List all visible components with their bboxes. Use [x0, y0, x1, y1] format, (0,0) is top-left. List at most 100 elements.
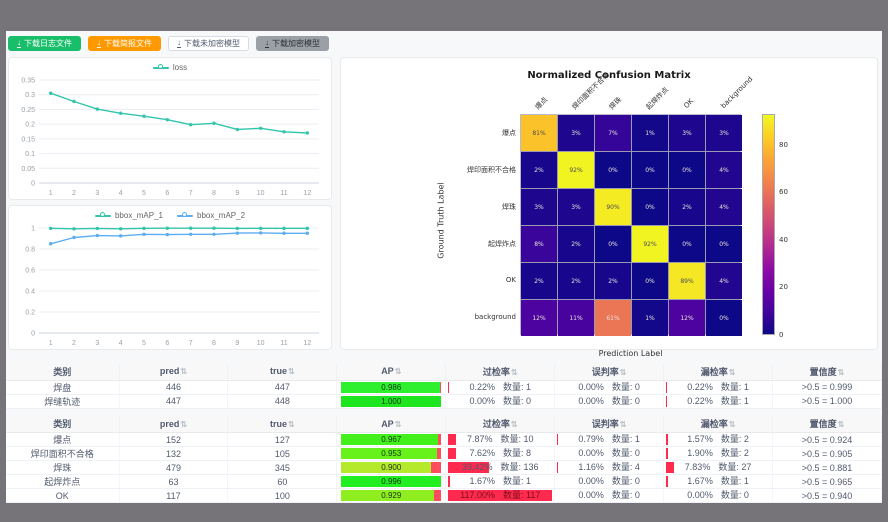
ap-cell: 0.967: [337, 433, 446, 447]
matrix-cell: 90%: [595, 189, 631, 225]
mis-rate-cell: 0.79%数量: 1: [555, 433, 664, 447]
mis-rate-cell: 0.00%数量: 0: [555, 394, 664, 408]
button-label: 下载简报文件: [104, 38, 152, 49]
miss-rate-cell: 1.57% 数量: 2: [664, 433, 773, 447]
matrix-cell: 1%: [632, 115, 668, 151]
column-header-true[interactable]: true⇅: [228, 416, 337, 433]
miss-rate-cell: 0.22%数量: 1: [664, 380, 773, 394]
svg-text:9: 9: [235, 190, 239, 197]
download-icon: ↓: [17, 39, 21, 48]
rate-count: 数量: 136: [500, 461, 538, 474]
column-header-miss[interactable]: 漏检率⇅: [664, 416, 773, 433]
true-cell: 105: [228, 447, 337, 461]
legend-item-bbox_mAP_1[interactable]: bbox_mAP_1: [95, 211, 163, 220]
mis-rate-cell: 1.16%数量: 4: [555, 461, 664, 475]
rate-value: 39.42%: [462, 461, 493, 474]
rate-value: 1.16%: [578, 461, 604, 474]
sort-icon[interactable]: ⇅: [838, 368, 845, 377]
matrix-cell: 4%: [706, 263, 742, 299]
sort-icon[interactable]: ⇅: [288, 367, 295, 376]
sort-icon[interactable]: ⇅: [395, 420, 402, 429]
svg-text:0: 0: [31, 181, 35, 188]
download-encrypted-model-button[interactable]: ↓ 下载加密模型: [256, 36, 329, 51]
matrix-cell: 4%: [706, 189, 742, 225]
svg-text:3: 3: [95, 340, 99, 347]
legend-item-bbox_mAP_2[interactable]: bbox_mAP_2: [177, 211, 245, 220]
matrix-x-tick-label: 焊珠: [607, 95, 624, 112]
matrix-cell: 11%: [558, 300, 594, 336]
matrix-cell: 3%: [558, 189, 594, 225]
confidence-cell: >0.5 = 0.965: [773, 475, 882, 489]
column-header-name: 类别: [6, 363, 119, 380]
ap-value: 0.900: [341, 462, 441, 473]
rate-count: 数量: 2: [721, 433, 749, 446]
download-log-button[interactable]: ↓ 下载日志文件: [8, 36, 81, 51]
sort-icon[interactable]: ⇅: [511, 368, 518, 377]
column-header-miss[interactable]: 漏检率⇅: [664, 363, 773, 380]
matrix-y-tick-label: 焊印面积不合格: [451, 165, 516, 175]
rate-value: 0.00%: [578, 447, 604, 460]
mis-rate-cell: 0.00%数量: 0: [555, 475, 664, 489]
column-header-ap[interactable]: AP⇅: [337, 363, 446, 380]
column-header-conf[interactable]: 置信度⇅: [773, 363, 882, 380]
svg-text:6: 6: [165, 340, 169, 347]
mis-rate-cell: 0.00%数量: 0: [555, 447, 664, 461]
sort-icon[interactable]: ⇅: [511, 420, 518, 429]
confidence-cell: >0.5 = 0.999: [773, 380, 882, 394]
legend-marker-icon: [177, 215, 193, 217]
table-header-row: 类别pred⇅true⇅AP⇅过检率⇅误判率⇅漏检率⇅置信度⇅: [6, 416, 882, 433]
sort-icon[interactable]: ⇅: [180, 420, 187, 429]
sort-icon[interactable]: ⇅: [180, 367, 187, 376]
table-row: 焊盘4464470.9860.22%数量: 10.00%数量: 00.22%数量…: [6, 380, 882, 394]
sort-icon[interactable]: ⇅: [288, 420, 295, 429]
sort-icon[interactable]: ⇅: [838, 420, 845, 429]
svg-text:0: 0: [31, 331, 35, 338]
column-header-over[interactable]: 过检率⇅: [446, 363, 555, 380]
column-header-conf[interactable]: 置信度⇅: [773, 416, 882, 433]
sort-icon[interactable]: ⇅: [620, 420, 627, 429]
rate-count: 数量: 0: [612, 381, 640, 394]
column-header-pred[interactable]: pred⇅: [119, 416, 228, 433]
over-rate-cell: 0.22%数量: 1: [446, 380, 555, 394]
legend-item-loss[interactable]: loss: [153, 63, 187, 72]
column-header-name: 类别: [6, 416, 119, 433]
colorbar-tick-label: 20: [779, 283, 788, 291]
true-cell: 448: [228, 394, 337, 408]
matrix-y-tick-label: OK: [451, 276, 516, 284]
rate-count: 数量: 2: [721, 447, 749, 460]
svg-text:0.2: 0.2: [25, 310, 35, 317]
column-header-mis[interactable]: 误判率⇅: [555, 416, 664, 433]
sort-icon[interactable]: ⇅: [729, 368, 736, 377]
svg-text:2: 2: [72, 340, 76, 347]
sort-icon[interactable]: ⇅: [395, 367, 402, 376]
ap-value: 0.986: [341, 382, 441, 393]
svg-text:0.05: 0.05: [21, 166, 35, 173]
loss-chart-card: loss 00.050.10.150.20.250.30.35123456789…: [8, 57, 332, 200]
class-name-cell: 起焊炸点: [6, 475, 119, 489]
sort-icon[interactable]: ⇅: [729, 420, 736, 429]
column-header-mis[interactable]: 误判率⇅: [555, 363, 664, 380]
download-report-button[interactable]: ↓ 下载简报文件: [88, 36, 161, 51]
download-unencrypted-model-button[interactable]: ↓ 下载未加密模型: [168, 36, 249, 51]
column-header-true[interactable]: true⇅: [228, 363, 337, 380]
true-cell: 60: [228, 475, 337, 489]
rate-count: 数量: 0: [612, 395, 640, 408]
rate-count: 数量: 0: [503, 395, 531, 408]
rate-value: 1.57%: [687, 433, 713, 446]
colorbar-tick-label: 60: [779, 188, 788, 196]
sort-icon[interactable]: ⇅: [620, 368, 627, 377]
button-label: 下载加密模型: [272, 38, 320, 49]
pred-cell: 447: [119, 394, 228, 408]
column-header-over[interactable]: 过检率⇅: [446, 416, 555, 433]
matrix-y-axis-label: Ground Truth Label: [437, 182, 446, 258]
column-header-ap[interactable]: AP⇅: [337, 416, 446, 433]
svg-text:7: 7: [189, 340, 193, 347]
mis-rate-cell: 0.00%数量: 0: [555, 489, 664, 503]
column-header-pred[interactable]: pred⇅: [119, 363, 228, 380]
pred-cell: 446: [119, 380, 228, 394]
rate-count: 数量: 8: [503, 447, 531, 460]
download-icon: ↓: [177, 39, 181, 48]
class-name-cell: 爆点: [6, 433, 119, 447]
svg-text:11: 11: [280, 190, 287, 197]
matrix-cell: 2%: [595, 263, 631, 299]
